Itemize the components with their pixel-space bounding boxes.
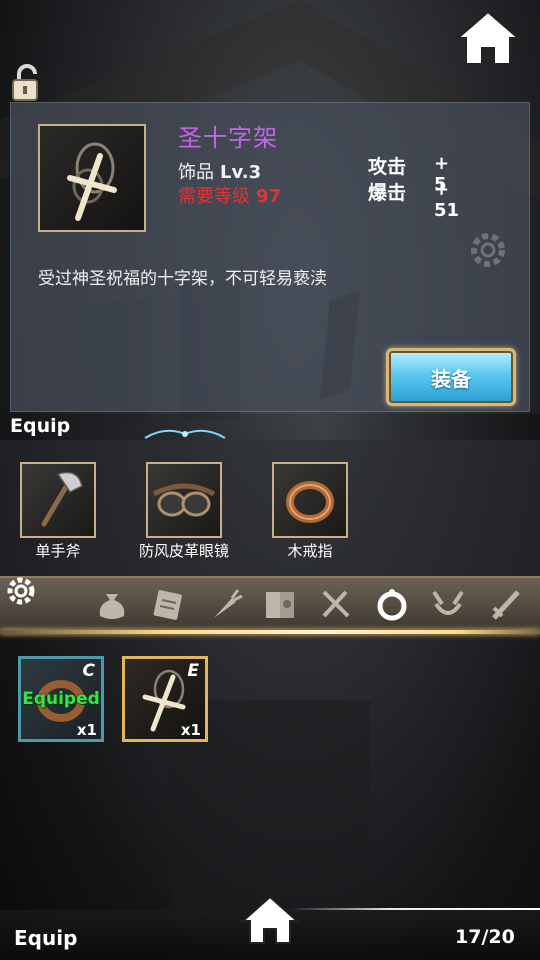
ring-icon xyxy=(286,481,334,523)
grade-badge: E xyxy=(187,661,199,681)
stat-crit: 爆击 + 51 xyxy=(368,178,459,221)
item-type: 饰品 Lv.3 xyxy=(178,158,261,184)
inventory-item[interactable]: C Equiped x1 xyxy=(18,656,104,742)
home-button[interactable] xyxy=(240,894,300,946)
scroll-icon[interactable] xyxy=(148,584,188,624)
book-icon[interactable] xyxy=(260,584,300,624)
stat-label: 攻击 xyxy=(368,156,407,178)
equip-slot-accessory[interactable] xyxy=(272,462,348,538)
item-quantity: x1 xyxy=(180,721,201,739)
equip-slot-head[interactable] xyxy=(146,462,222,538)
equip-section-title: Equip xyxy=(10,415,71,437)
requirement-label: 需要等级 xyxy=(178,186,250,207)
equip-button[interactable]: 装备 xyxy=(386,348,516,406)
item-type-label: 饰品 xyxy=(178,162,214,183)
gear-icon xyxy=(471,233,505,267)
requirement-value: 97 xyxy=(256,186,282,207)
equip-header xyxy=(0,414,540,440)
item-quantity: x1 xyxy=(76,721,97,739)
grade-badge: C xyxy=(82,661,95,681)
stat-label: 爆击 xyxy=(368,182,407,204)
bag-icon[interactable] xyxy=(92,584,132,624)
equip-slot-label: 单手斧 xyxy=(35,542,81,560)
inventory-item-selected[interactable]: E x1 xyxy=(122,656,208,742)
inventory-count: 17/20 xyxy=(455,926,515,948)
item-description: 受过神圣祝福的十字架，不可轻易亵渎 xyxy=(38,269,327,289)
equip-slot-label: 防风皮革眼镜 xyxy=(138,542,229,560)
home-button[interactable] xyxy=(454,8,522,68)
equip-slot-weapon[interactable] xyxy=(20,462,96,538)
item-level: Lv.3 xyxy=(220,162,262,183)
category-divider xyxy=(0,630,540,634)
carrot-icon[interactable] xyxy=(204,584,244,624)
settings-gear-icon[interactable] xyxy=(4,574,38,608)
item-name: 圣十字架 xyxy=(178,124,278,152)
fork-knife-icon[interactable] xyxy=(316,584,356,624)
lock-icon[interactable] xyxy=(10,64,44,102)
goggles-icon xyxy=(152,483,216,517)
sword-icon[interactable] xyxy=(486,584,526,624)
equip-slot-label: 木戒指 xyxy=(287,542,333,560)
cat-ears-icon[interactable] xyxy=(428,584,468,624)
ring-icon[interactable] xyxy=(372,584,412,624)
item-image-frame xyxy=(38,124,146,232)
cross-icon xyxy=(67,142,117,221)
footer-title: Equip xyxy=(14,926,78,950)
equipped-status: Equiped xyxy=(22,689,100,709)
stat-attack: 攻击 + 5 xyxy=(368,152,449,195)
level-requirement: 需要等级 97 xyxy=(178,182,281,208)
axe-icon xyxy=(41,471,83,527)
stat-value: + 51 xyxy=(434,179,460,221)
bottom-divider xyxy=(290,908,540,910)
